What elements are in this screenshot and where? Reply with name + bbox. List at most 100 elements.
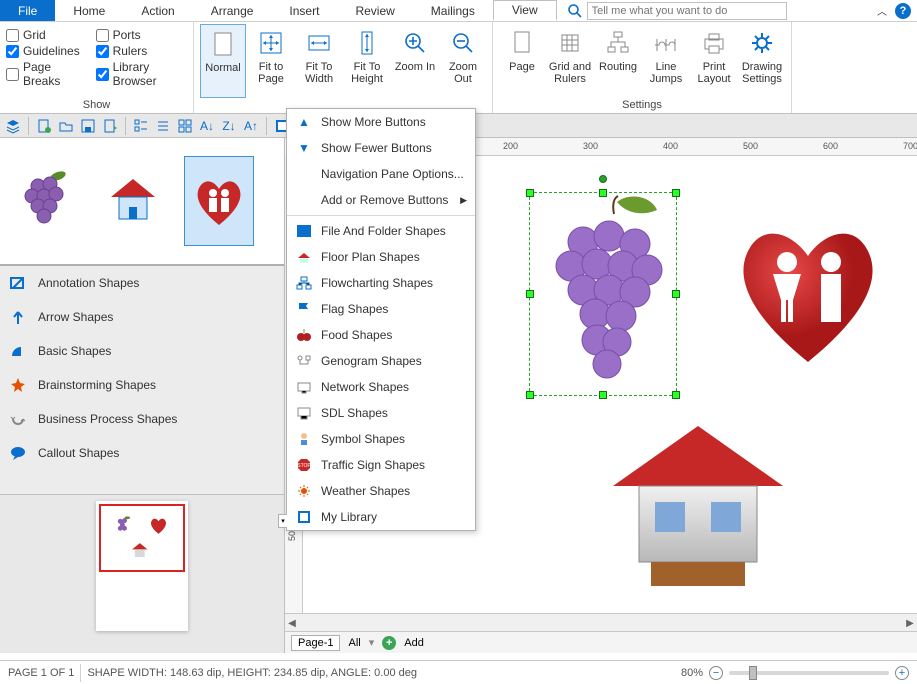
mi-file-folder[interactable]: File And Folder Shapes [287,218,475,244]
check-pagebreaks[interactable]: Page Breaks [6,60,84,88]
mi-show-fewer[interactable]: ▼Show Fewer Buttons [287,135,475,161]
menu-home[interactable]: Home [55,0,123,21]
canvas-house[interactable] [603,416,793,596]
help-icon[interactable]: ? [895,3,911,19]
zoom-fit-page[interactable]: Fit to Page [248,24,294,98]
tb-open-icon[interactable] [57,117,75,135]
cat-bizprocess[interactable]: Business Process Shapes [0,402,284,436]
menu-mailings[interactable]: Mailings [413,0,493,21]
handle-e[interactable] [672,290,680,298]
mi-flowchart[interactable]: Flowcharting Shapes [287,270,475,296]
menu-file[interactable]: File [0,0,55,21]
page-tabs: Page-1 All ▾ + Add [285,631,917,653]
status-page: PAGE 1 OF 1 [8,667,74,679]
mi-floor-plan[interactable]: Floor Plan Shapes [287,244,475,270]
mi-food[interactable]: Food Shapes [287,322,475,348]
handle-n[interactable] [599,189,607,197]
mi-add-remove[interactable]: Add or Remove Buttons▶ [287,187,475,213]
tb-list1-icon[interactable] [132,117,150,135]
handle-nw[interactable] [526,189,534,197]
zoom-fit-width[interactable]: Fit To Width [296,24,342,98]
shape-heart-people[interactable] [184,156,254,246]
collapse-ribbon-icon[interactable]: ︿ [877,3,887,18]
tb-new-icon[interactable] [35,117,53,135]
zoom-in-btn[interactable]: + [895,666,909,680]
search-input[interactable] [587,2,787,20]
mi-flag[interactable]: Flag Shapes [287,296,475,322]
menu-insert[interactable]: Insert [271,0,337,21]
check-ports[interactable]: Ports [96,28,187,42]
mi-my-library[interactable]: My Library [287,504,475,530]
shape-overflow-menu: ▾ ▲Show More Buttons ▼Show Fewer Buttons… [286,108,476,531]
mi-sdl[interactable]: SDL Shapes [287,400,475,426]
tb-sort-rev-icon[interactable]: A↑ [242,117,260,135]
cat-annotation[interactable]: Annotation Shapes [0,266,284,300]
check-rulers[interactable]: Rulers [96,44,187,58]
shape-category-list: Annotation Shapes Arrow Shapes Basic Sha… [0,266,284,495]
zoom-in[interactable]: Zoom In [392,24,438,98]
tb-grid-icon[interactable] [176,117,194,135]
mi-genogram[interactable]: Genogram Shapes [287,348,475,374]
selection-box[interactable] [529,192,677,396]
handle-ne[interactable] [672,189,680,197]
cat-brainstorm[interactable]: Brainstorming Shapes [0,368,284,402]
mi-weather[interactable]: Weather Shapes [287,478,475,504]
mi-symbol[interactable]: Symbol Shapes [287,426,475,452]
menu-arrange[interactable]: Arrange [193,0,272,21]
zoom-out-btn[interactable]: − [709,666,723,680]
mi-traffic[interactable]: STOPTraffic Sign Shapes [287,452,475,478]
menu-review[interactable]: Review [337,0,412,21]
settings-print-layout[interactable]: Print Layout [691,24,737,98]
settings-line-jumps[interactable]: Line Jumps [643,24,689,98]
settings-routing[interactable]: Routing [595,24,641,98]
rotate-handle[interactable] [599,175,607,183]
settings-page[interactable]: Page [499,24,545,98]
menu-bar: File Home Action Arrange Insert Review M… [0,0,917,22]
group-show-label: Show [6,98,187,113]
left-panel: Annotation Shapes Arrow Shapes Basic Sha… [0,138,285,653]
shape-grapes[interactable] [12,156,82,246]
menu-view[interactable]: View [493,0,557,21]
tb-list2-icon[interactable] [154,117,172,135]
handle-sw[interactable] [526,391,534,399]
add-page-icon[interactable]: + [382,636,396,650]
scroll-left-icon[interactable]: ◀ [285,614,299,632]
mi-network[interactable]: Network Shapes [287,374,475,400]
handle-se[interactable] [672,391,680,399]
scroll-right-icon[interactable]: ▶ [903,614,917,632]
page-thumbnail[interactable] [96,501,188,631]
check-grid[interactable]: Grid [6,28,84,42]
zoom-normal[interactable]: Normal [200,24,246,98]
status-bar: PAGE 1 OF 1 SHAPE WIDTH: 148.63 dip, HEI… [0,660,917,684]
menu-action[interactable]: Action [123,0,192,21]
ribbon: Grid Guidelines Page Breaks Ports Rulers… [0,22,917,114]
search-wrap [567,0,787,21]
handle-w[interactable] [526,290,534,298]
settings-drawing[interactable]: Drawing Settings [739,24,785,98]
canvas-heart[interactable] [723,212,893,372]
tb-export-icon[interactable] [101,117,119,135]
settings-grid-rulers[interactable]: Grid and Rulers [547,24,593,98]
zoom-fit-height[interactable]: Fit To Height [344,24,390,98]
mi-nav-pane[interactable]: Navigation Pane Options... [287,161,475,187]
shape-house[interactable] [98,156,168,246]
tb-save-icon[interactable] [79,117,97,135]
check-library[interactable]: Library Browser [96,60,187,88]
handle-s[interactable] [599,391,607,399]
overflow-tab[interactable]: ▾ [278,514,287,528]
check-guidelines[interactable]: Guidelines [6,44,84,58]
cat-callout[interactable]: Callout Shapes [0,436,284,470]
h-scrollbar[interactable]: ◀ ▶ [285,613,917,631]
cat-basic[interactable]: Basic Shapes [0,334,284,368]
tb-sort-za-icon[interactable]: Z↓ [220,117,238,135]
page-tab-1[interactable]: Page-1 [291,635,340,651]
tb-layers-icon[interactable] [4,117,22,135]
mi-show-more[interactable]: ▲Show More Buttons [287,109,475,135]
zoom-slider[interactable] [729,671,889,675]
cat-arrow[interactable]: Arrow Shapes [0,300,284,334]
search-icon [567,3,583,19]
zoom-out[interactable]: Zoom Out [440,24,486,98]
tb-sort-az-icon[interactable]: A↓ [198,117,216,135]
tabs-all[interactable]: All [348,637,360,649]
add-page-label[interactable]: Add [404,637,424,649]
